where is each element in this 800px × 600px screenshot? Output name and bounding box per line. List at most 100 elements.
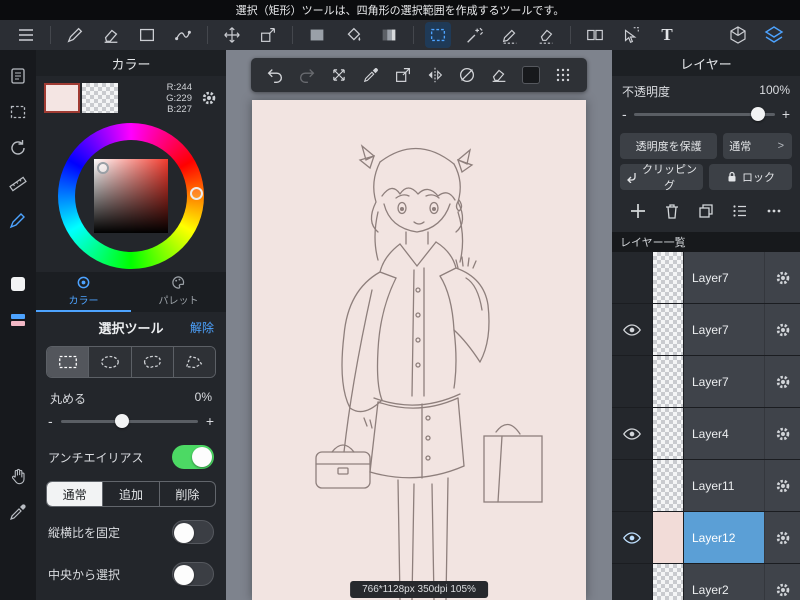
layer-settings-cell[interactable] [764,356,800,407]
from-center-toggle[interactable] [172,562,214,586]
layer-visibility-cell[interactable] [612,408,652,459]
antialias-toggle[interactable] [172,445,214,469]
tab-palette[interactable]: パレット [131,272,226,312]
layer-settings-cell[interactable] [764,408,800,459]
deselect-button[interactable]: 解除 [190,319,214,336]
layer-visibility-cell[interactable] [612,460,652,511]
fill-rect-tool-button[interactable] [304,22,330,48]
layer-name[interactable]: Layer4 [684,408,764,459]
layer-thumbnail[interactable] [652,304,684,355]
hue-knob[interactable] [190,187,203,200]
rotate-view-button[interactable] [4,134,32,162]
protect-alpha-button[interactable]: 透明度を保護 [620,133,718,159]
free-transform-button[interactable] [327,63,351,87]
clipping-button[interactable]: クリッピング [620,164,703,192]
mode-delete-button[interactable]: 削除 [158,482,215,506]
round-slider[interactable] [60,414,198,428]
saturation-knob[interactable] [97,162,109,174]
minus-label[interactable]: - [48,413,53,429]
layer-name[interactable]: Layer11 [684,460,764,511]
layer-settings-cell[interactable] [764,564,800,600]
flip-horizontal-button[interactable] [423,63,447,87]
paint-mode-button[interactable] [4,206,32,234]
lock-button[interactable]: ロック [709,164,792,190]
layer-visibility-cell[interactable] [612,356,652,407]
move-tool-button[interactable] [219,22,245,48]
canvas[interactable] [252,100,586,600]
layer-row[interactable]: Layer4 [612,408,800,460]
material-3d-button[interactable] [725,22,751,48]
pages-button[interactable] [4,62,32,90]
more-options-button[interactable] [762,199,786,223]
round-slider-knob[interactable] [115,414,130,428]
layer-name[interactable]: Layer12 [684,512,764,563]
layer-list-options-button[interactable] [728,199,752,223]
select-shape-lasso-button[interactable] [130,347,173,377]
eyedropper-tool-button[interactable] [4,498,32,526]
saturation-square[interactable] [94,159,168,233]
layers-panel-button[interactable] [761,22,787,48]
layer-thumbnail[interactable] [652,252,684,303]
transform-tool-button[interactable] [255,22,281,48]
export-button[interactable] [391,63,415,87]
plus-label[interactable]: + [782,106,790,122]
layer-row[interactable]: Layer12 [612,512,800,564]
layer-name[interactable]: Layer7 [684,356,764,407]
layer-thumbnail[interactable] [652,408,684,459]
select-shape-rect-button[interactable] [47,347,89,377]
undo-button[interactable] [263,63,287,87]
clear-button[interactable] [487,63,511,87]
redo-button[interactable] [295,63,319,87]
delete-layer-button[interactable] [660,199,684,223]
select-shape-ellipse-button[interactable] [88,347,131,377]
magic-wand-tool-button[interactable] [461,22,487,48]
mode-add-button[interactable]: 追加 [102,482,158,506]
select-eraser-tool-button[interactable] [533,22,559,48]
layer-name[interactable]: Layer7 [684,252,764,303]
layer-row[interactable]: Layer7 [612,252,800,304]
layer-settings-cell[interactable] [764,460,800,511]
background-color-button[interactable] [519,63,543,87]
tab-color[interactable]: カラー [36,272,131,312]
eraser-tool-button[interactable] [98,22,124,48]
opacity-slider[interactable] [633,107,775,121]
split-view-button[interactable] [582,22,608,48]
shape-tool-button[interactable] [134,22,160,48]
select-shape-polygon-button[interactable] [172,347,215,377]
fixed-aspect-toggle[interactable] [172,520,214,544]
ruler-button[interactable] [4,170,32,198]
reset-rotation-button[interactable] [455,63,479,87]
plus-label[interactable]: + [206,413,214,429]
layer-row[interactable]: Layer7 [612,304,800,356]
curve-tool-button[interactable] [170,22,196,48]
layer-visibility-cell[interactable] [612,252,652,303]
layer-visibility-cell[interactable] [612,564,652,600]
layer-thumbnail[interactable] [652,460,684,511]
duplicate-layer-button[interactable] [694,199,718,223]
select-mode-button[interactable] [4,98,32,126]
color-settings-button[interactable] [200,89,218,107]
hand-tool-button[interactable] [4,462,32,490]
canvas-eyedropper-button[interactable] [359,63,383,87]
select-pen-tool-button[interactable] [497,22,523,48]
layer-row[interactable]: Layer11 [612,460,800,512]
layer-thumbnail[interactable] [652,512,684,563]
select-rect-tool-button[interactable] [425,22,451,48]
gradient-tool-button[interactable] [376,22,402,48]
layer-thumbnail[interactable] [652,356,684,407]
mode-normal-button[interactable]: 通常 [47,482,103,506]
minus-label[interactable]: - [622,106,627,122]
palette-list-button[interactable] [4,306,32,334]
current-color-swatch[interactable] [44,83,80,113]
material-swatch-button[interactable] [4,270,32,298]
opacity-slider-knob[interactable] [750,107,765,121]
bucket-tool-button[interactable] [340,22,366,48]
layer-thumbnail[interactable] [652,564,684,600]
add-layer-button[interactable] [626,199,650,223]
layer-row[interactable]: Layer2 [612,564,800,600]
brush-tool-button[interactable] [62,22,88,48]
menu-button[interactable] [13,22,39,48]
layer-name[interactable]: Layer2 [684,564,764,600]
layer-name[interactable]: Layer7 [684,304,764,355]
transparent-color-swatch[interactable] [82,83,118,113]
